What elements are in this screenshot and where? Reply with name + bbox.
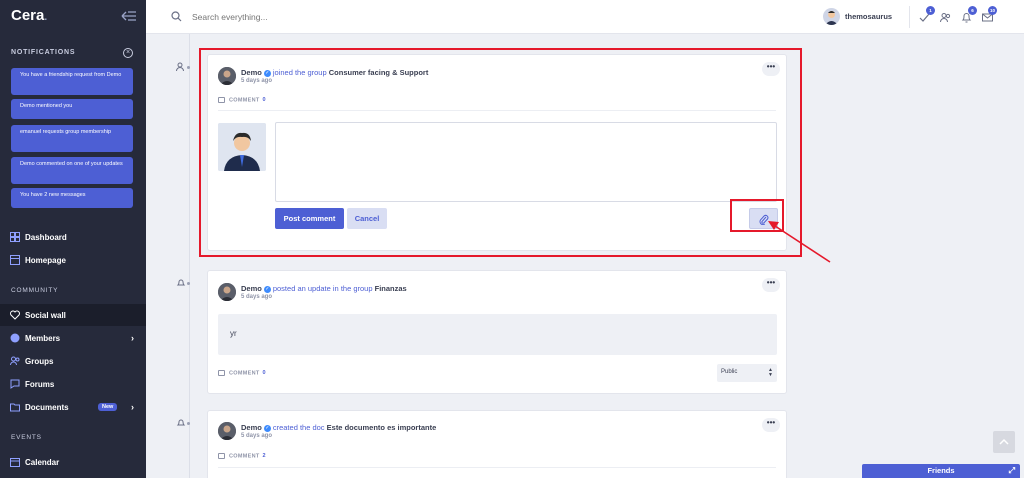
activity-action: posted an update in the group <box>272 284 373 293</box>
sidebar-item-dashboard[interactable]: Dashboard <box>0 226 146 248</box>
folder-icon <box>10 403 20 412</box>
app-logo[interactable]: Cera. <box>11 7 47 24</box>
activity-card: Demo ✓ posted an update in the group Finan… <box>207 270 787 394</box>
sidebar-item-label: Dashboard <box>25 232 67 242</box>
community-section-title: COMMUNITY <box>11 287 59 294</box>
sidebar-item-members[interactable]: Members › <box>0 327 146 349</box>
notification-item[interactable]: Demo commented on one of your updates <box>11 157 133 184</box>
user-avatar[interactable] <box>823 8 840 25</box>
activity-card: Demo ✓ created the doc Este documento es i… <box>207 410 787 478</box>
activity-action: created the doc <box>272 423 325 432</box>
messages-badge: 10 <box>988 6 997 15</box>
sidebar-item-calendar[interactable]: Calendar <box>0 451 146 473</box>
timeline-dot <box>187 282 190 285</box>
events-section-title: EVENTS <box>11 434 42 441</box>
heart-icon <box>10 310 20 320</box>
user-name[interactable]: themosaurus <box>845 12 892 21</box>
notifications-title: NOTIFICATIONS <box>11 49 76 56</box>
friends-icon[interactable] <box>940 12 951 23</box>
more-options-button[interactable]: ••• <box>762 278 780 292</box>
timeline-line <box>189 34 190 478</box>
timeline-dot <box>187 422 190 425</box>
group-link[interactable]: Finanzas <box>375 284 407 293</box>
activity-title: Demo ✓ created the doc Este documento es i… <box>241 423 436 432</box>
sidebar-item-homepage[interactable]: Homepage <box>0 249 146 271</box>
comment-button[interactable]: COMMENT 0 <box>218 370 266 376</box>
doc-link[interactable]: Este documento es importante <box>327 423 437 432</box>
activity-time: 5 days ago <box>241 433 273 439</box>
notification-item[interactable]: You have 2 new messages <box>11 188 133 208</box>
calendar-icon <box>10 458 20 467</box>
notification-item[interactable]: emanuel requests group membership <box>11 125 133 152</box>
notification-item[interactable]: You have a friendship request from Demo <box>11 68 133 95</box>
comment-button[interactable]: COMMENT 2 <box>218 453 266 459</box>
select-arrows-icon: ▲ ▼ <box>768 367 773 378</box>
sidebar-item-label: Social wall <box>25 310 66 320</box>
author-avatar[interactable] <box>218 422 236 440</box>
sidebar-item-label: Documents <box>25 402 69 412</box>
author-name[interactable]: Demo <box>241 423 262 432</box>
sidebar-item-label: Calendar <box>25 457 60 467</box>
scroll-to-top-button[interactable] <box>993 431 1015 453</box>
sidebar-item-forums[interactable]: Forums <box>0 373 146 395</box>
sidebar-item-groups[interactable]: Groups <box>0 350 146 372</box>
chevron-up-icon <box>999 438 1009 445</box>
chevron-right-icon[interactable]: › <box>131 333 134 343</box>
verified-icon: ✓ <box>263 285 271 293</box>
privacy-select[interactable]: Public ▲ ▼ <box>717 364 777 382</box>
new-badge: New <box>98 403 118 411</box>
activity-time: 5 days ago <box>241 294 273 300</box>
expand-icon[interactable]: ⤢ <box>1009 464 1015 478</box>
divider <box>218 467 776 468</box>
group-activity-icon <box>176 62 184 72</box>
highlight-box <box>199 48 802 257</box>
comment-icon <box>218 453 225 459</box>
clear-notifications-icon[interactable]: × <box>123 48 133 58</box>
homepage-icon <box>10 255 20 265</box>
more-options-button[interactable]: ••• <box>762 418 780 432</box>
search-input[interactable] <box>192 9 492 25</box>
friends-chat-bar[interactable]: Friends ⤢ <box>862 464 1020 478</box>
top-header: themosaurus 1 6 10 <box>146 0 1024 34</box>
chevron-right-icon[interactable]: › <box>131 402 134 412</box>
check-badge: 1 <box>926 6 935 15</box>
author-name[interactable]: Demo <box>241 284 262 293</box>
sidebar-item-social-wall[interactable]: Social wall <box>0 304 146 326</box>
activity-title: Demo ✓ posted an update in the group Finan… <box>241 284 407 293</box>
dashboard-icon <box>10 232 20 242</box>
sidebar-item-documents[interactable]: Documents New › <box>0 396 146 418</box>
sidebar-item-label: Forums <box>25 379 55 389</box>
search-icon[interactable] <box>171 11 182 22</box>
groups-icon <box>10 356 20 366</box>
globe-icon <box>10 333 20 343</box>
sidebar: Cera. NOTIFICATIONS × You have a friends… <box>0 0 146 478</box>
verified-icon: ✓ <box>263 424 271 432</box>
forums-icon <box>10 379 20 389</box>
notification-item[interactable]: Demo mentioned you <box>11 99 133 119</box>
annotation-arrow <box>768 221 831 263</box>
doc-activity-icon <box>176 419 186 426</box>
update-content: yr <box>218 314 777 355</box>
sidebar-item-label: Groups <box>25 356 54 366</box>
sidebar-item-label: Homepage <box>25 255 66 265</box>
sidebar-item-label: Members <box>25 333 61 343</box>
bell-badge: 6 <box>968 6 977 15</box>
comment-icon <box>218 370 225 376</box>
collapse-sidebar-icon[interactable] <box>121 10 137 22</box>
update-activity-icon <box>176 279 186 286</box>
timeline-dot <box>187 66 190 69</box>
author-avatar[interactable] <box>218 283 236 301</box>
header-divider <box>909 6 910 28</box>
